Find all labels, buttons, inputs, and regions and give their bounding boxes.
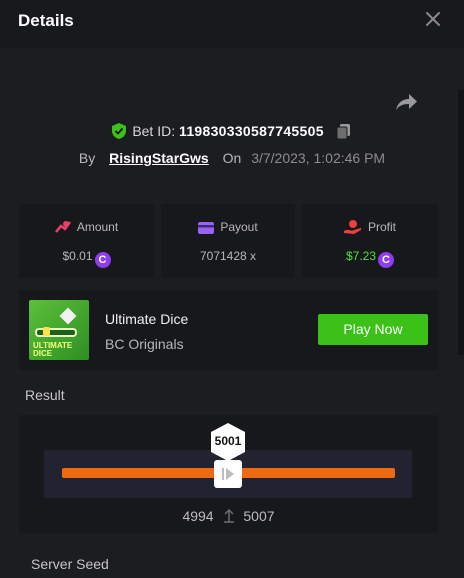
details-header: Details bbox=[0, 0, 464, 48]
amount-icon bbox=[54, 221, 71, 233]
slider-knob-graphic bbox=[43, 327, 50, 336]
slider-handle[interactable] bbox=[214, 460, 242, 488]
server-seed-label: Server Seed bbox=[31, 556, 109, 572]
shield-check-icon bbox=[112, 123, 127, 139]
game-name: Ultimate Dice bbox=[105, 311, 189, 327]
bet-id-label: Bet ID: bbox=[132, 123, 176, 139]
amount-card: Amount $0.01 C bbox=[19, 204, 154, 278]
range-low-value: 4994 bbox=[182, 508, 214, 524]
game-card: ULTIMATE DICE Ultimate Dice BC Originals… bbox=[19, 290, 438, 370]
profit-label-row: Profit bbox=[302, 220, 438, 234]
result-label: Result bbox=[25, 387, 65, 403]
payout-label-row: Payout bbox=[161, 220, 295, 234]
result-panel: 5001 4994 5007 bbox=[19, 415, 438, 533]
bet-byline: By RisingStarGws On 3/7/2023, 1:02:46 PM bbox=[0, 150, 464, 166]
username-link[interactable]: RisingStarGws bbox=[109, 150, 209, 166]
coin-icon: C bbox=[94, 252, 111, 268]
amount-value: $0.01 bbox=[62, 249, 93, 263]
slider-graphic bbox=[35, 328, 77, 337]
profit-value: $7.23 bbox=[345, 249, 377, 263]
profit-value-row: $7.23 C bbox=[302, 249, 438, 268]
scrollbar-track[interactable] bbox=[458, 90, 464, 355]
profit-card: Profit $7.23 C bbox=[302, 204, 438, 278]
amount-label: Amount bbox=[76, 220, 119, 234]
by-label: By bbox=[78, 150, 96, 166]
thumbnail-caption: ULTIMATE DICE bbox=[33, 342, 72, 358]
share-icon[interactable] bbox=[394, 92, 418, 112]
payout-card: Payout 7071428 x bbox=[161, 204, 295, 278]
range-high-value: 5007 bbox=[243, 508, 275, 524]
copy-icon[interactable] bbox=[336, 123, 352, 139]
thumbnail-caption-line2: DICE bbox=[33, 349, 53, 358]
amount-label-row: Amount bbox=[19, 220, 154, 234]
range-values: 4994 5007 bbox=[19, 508, 438, 524]
on-label: On bbox=[222, 150, 242, 166]
bet-id-line: Bet ID: 119830330587745505 bbox=[0, 123, 464, 139]
profit-icon bbox=[343, 220, 361, 234]
bet-id-value: 119830330587745505 bbox=[179, 123, 324, 139]
coin-icon: C bbox=[378, 252, 395, 268]
bet-datetime: 3/7/2023, 1:02:46 PM bbox=[251, 150, 386, 166]
play-now-button[interactable]: Play Now bbox=[318, 314, 428, 345]
payout-label: Payout bbox=[220, 220, 258, 234]
game-provider: BC Originals bbox=[105, 336, 184, 352]
profit-label: Profit bbox=[367, 220, 396, 234]
roll-result-value: 5001 bbox=[214, 434, 242, 448]
range-arrow-icon bbox=[223, 508, 234, 523]
payout-value: 7071428 x bbox=[199, 249, 257, 263]
grip-icon bbox=[222, 468, 234, 480]
payout-icon bbox=[198, 222, 215, 234]
dice-cube-graphic bbox=[59, 307, 77, 325]
amount-value-row: $0.01 C bbox=[19, 249, 154, 268]
close-icon[interactable] bbox=[424, 10, 442, 28]
page-title: Details bbox=[18, 11, 74, 30]
game-thumbnail[interactable]: ULTIMATE DICE bbox=[29, 300, 89, 360]
